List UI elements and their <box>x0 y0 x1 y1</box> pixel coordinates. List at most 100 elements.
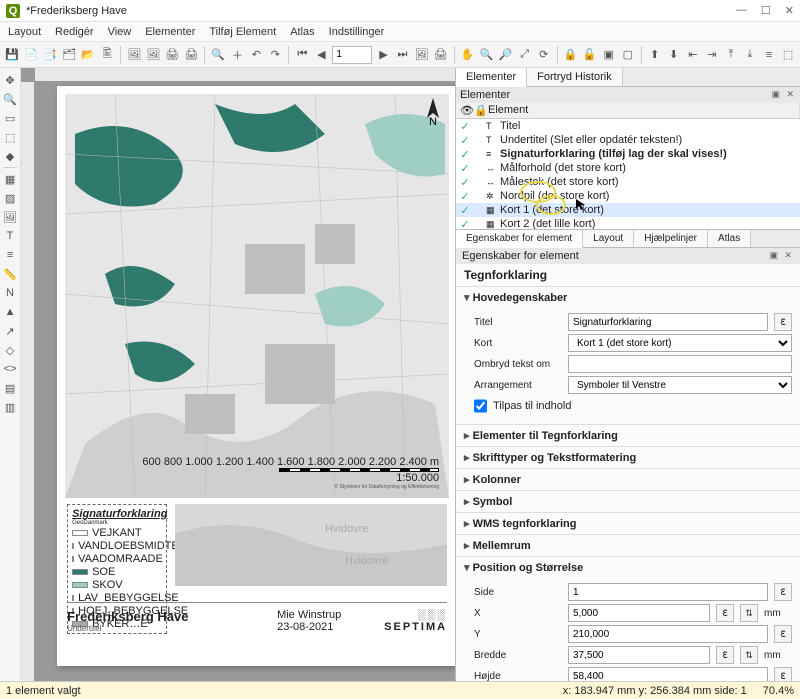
add-northarrow-icon[interactable]: N <box>2 285 18 301</box>
align-top-icon[interactable]: ⤒ <box>723 46 739 64</box>
lock-xy-icon[interactable]: ⇅ <box>740 604 758 622</box>
distribute-icon[interactable]: ≡ <box>761 46 777 64</box>
zoom-in-icon[interactable]: ＋ <box>229 46 245 64</box>
menu-atlas[interactable]: Atlas <box>290 26 314 38</box>
element-row[interactable]: ✓↔Målforhold (det store kort) <box>456 161 800 175</box>
ungroup-icon[interactable]: ▢ <box>620 46 636 64</box>
layout-subtitle[interactable]: Undertitel <box>67 624 277 633</box>
input-height[interactable] <box>568 667 768 681</box>
dup-layout-icon[interactable]: 📑 <box>42 46 58 64</box>
atlas-print-icon[interactable]: 🖨 <box>433 46 449 64</box>
zoom-extent-icon[interactable]: ⤢ <box>517 46 533 64</box>
add-fixed-table-icon[interactable]: ▥ <box>2 399 18 415</box>
export-image-icon[interactable]: 🖼 <box>126 46 142 64</box>
layout-title[interactable]: Frederiksberg Have <box>67 609 277 624</box>
input-x[interactable] <box>568 604 710 622</box>
tab-item-props[interactable]: Egenskaber for element <box>456 230 583 248</box>
input-y[interactable] <box>568 625 768 643</box>
page-number-field[interactable] <box>332 46 372 64</box>
maximize-icon[interactable]: ☐ <box>761 4 771 17</box>
layout-page[interactable]: N 600 800 1.000 1.200 1.400 1.600 1.800 … <box>57 86 455 666</box>
element-row[interactable]: ✓▦Kort 1 (det store kort) <box>456 203 800 217</box>
col-visible-icon[interactable]: 👁 <box>456 103 470 118</box>
lock-wh-icon[interactable]: ⇅ <box>740 646 758 664</box>
element-row[interactable]: ✓TUndertitel (Slet eller opdatér teksten… <box>456 133 800 147</box>
visible-checkbox[interactable]: ✓ <box>458 176 472 189</box>
zoom-actual-icon[interactable]: 🔎 <box>498 46 514 64</box>
visible-checkbox[interactable]: ✓ <box>458 134 472 147</box>
resize-icon[interactable]: ⬚ <box>780 46 796 64</box>
minimize-icon[interactable]: — <box>736 4 747 17</box>
lock-icon[interactable]: 🔒 <box>563 46 579 64</box>
export-pdf-icon[interactable]: 🖨 <box>164 46 180 64</box>
panel-controls-icon-2[interactable]: ▣ ✕ <box>769 250 794 262</box>
menu-elements[interactable]: Elementer <box>145 26 195 38</box>
visible-checkbox[interactable]: ✓ <box>458 218 472 230</box>
section-main-header[interactable]: Hovedegenskaber <box>456 287 800 308</box>
visible-checkbox[interactable]: ✓ <box>458 204 472 217</box>
col-element[interactable]: Element <box>484 103 800 118</box>
tab-elements[interactable]: Elementer <box>456 68 527 87</box>
visible-checkbox[interactable]: ✓ <box>458 162 472 175</box>
align-left-icon[interactable]: ⇤ <box>685 46 701 64</box>
first-page-icon[interactable]: ⏮ <box>294 46 310 64</box>
side-override-button[interactable]: ℇ <box>774 583 792 601</box>
add-3dmap-icon[interactable]: ▨ <box>2 190 18 206</box>
x-override-button[interactable]: ℇ <box>716 604 734 622</box>
close-icon[interactable]: ✕ <box>785 4 794 17</box>
add-table-icon[interactable]: ▤ <box>2 380 18 396</box>
align-right-icon[interactable]: ⇥ <box>704 46 720 64</box>
element-row[interactable]: ✓↔Målestok (det store kort) <box>456 175 800 189</box>
save-icon[interactable]: 💾 <box>4 46 20 64</box>
author-label[interactable]: Mie Winstrup <box>277 609 357 621</box>
tab-atlas[interactable]: Atlas <box>708 230 751 247</box>
tab-undo-history[interactable]: Fortryd Historik <box>527 68 623 86</box>
export-svg-icon[interactable]: 🖼 <box>145 46 161 64</box>
select-arrangement[interactable]: Symboler til Venstre <box>568 376 792 394</box>
last-page-icon[interactable]: ⏭ <box>394 46 410 64</box>
date-label[interactable]: 23-08-2021 <box>277 621 357 633</box>
pan-tool-icon[interactable]: ✥ <box>2 72 18 88</box>
visible-checkbox[interactable]: ✓ <box>458 190 472 203</box>
elements-list[interactable]: 👁 🔒 Element ✓TTitel✓TUndertitel (Slet el… <box>456 103 800 229</box>
element-row[interactable]: ✓TTitel <box>456 119 800 133</box>
print-icon[interactable]: 🖨 <box>183 46 199 64</box>
redo-icon[interactable]: ↷ <box>267 46 283 64</box>
menu-layout[interactable]: Layout <box>8 26 41 38</box>
input-wrap[interactable] <box>568 355 792 373</box>
north-arrow-icon[interactable]: N <box>423 98 443 126</box>
section-position-header[interactable]: Position og Størrelse <box>456 557 800 578</box>
add-image-icon[interactable]: 🖼 <box>2 209 18 225</box>
prev-page-icon[interactable]: ◀ <box>313 46 329 64</box>
pan-icon[interactable]: ✋ <box>460 46 476 64</box>
zoom-tool2-icon[interactable]: 🔍 <box>2 91 18 107</box>
group-icon[interactable]: ▣ <box>601 46 617 64</box>
tab-guides[interactable]: Hjælpelinjer <box>634 230 708 247</box>
layout-canvas[interactable]: N 600 800 1.000 1.200 1.400 1.600 1.800 … <box>21 68 455 681</box>
zoom-full-icon[interactable]: 🔍 <box>210 46 226 64</box>
open-icon[interactable]: 📂 <box>80 46 96 64</box>
menu-view[interactable]: View <box>108 26 132 38</box>
map-frame-large[interactable]: N 600 800 1.000 1.200 1.400 1.600 1.800 … <box>65 94 449 498</box>
map-frame-small[interactable]: Hvidovre Hvidovre <box>175 504 447 586</box>
undo-icon[interactable]: ↶ <box>248 46 264 64</box>
input-side[interactable] <box>568 583 768 601</box>
unlock-icon[interactable]: 🔓 <box>582 46 598 64</box>
zoom-tool-icon[interactable]: 🔍 <box>479 46 495 64</box>
add-map-icon[interactable]: ▦ <box>2 171 18 187</box>
add-arrow-icon[interactable]: ↗ <box>2 323 18 339</box>
move-content-icon[interactable]: ⬚ <box>2 129 18 145</box>
save-template-icon[interactable]: 🖺 <box>99 46 115 64</box>
atlas-export-icon[interactable]: 🖼 <box>414 46 430 64</box>
refresh-icon[interactable]: ⟳ <box>536 46 552 64</box>
visible-checkbox[interactable]: ✓ <box>458 120 472 133</box>
add-scalebar-icon[interactable]: 📏 <box>2 266 18 282</box>
status-zoom[interactable]: 70.4% <box>763 685 794 697</box>
checkbox-fit[interactable] <box>474 397 487 415</box>
raise-icon[interactable]: ⬆ <box>647 46 663 64</box>
add-shape-icon[interactable]: ▲ <box>2 304 18 320</box>
edit-nodes-icon[interactable]: ◆ <box>2 148 18 164</box>
select-kort[interactable]: Kort 1 (det store kort) <box>568 334 792 352</box>
input-titel[interactable] <box>568 313 768 331</box>
add-html-icon[interactable]: <> <box>2 361 18 377</box>
